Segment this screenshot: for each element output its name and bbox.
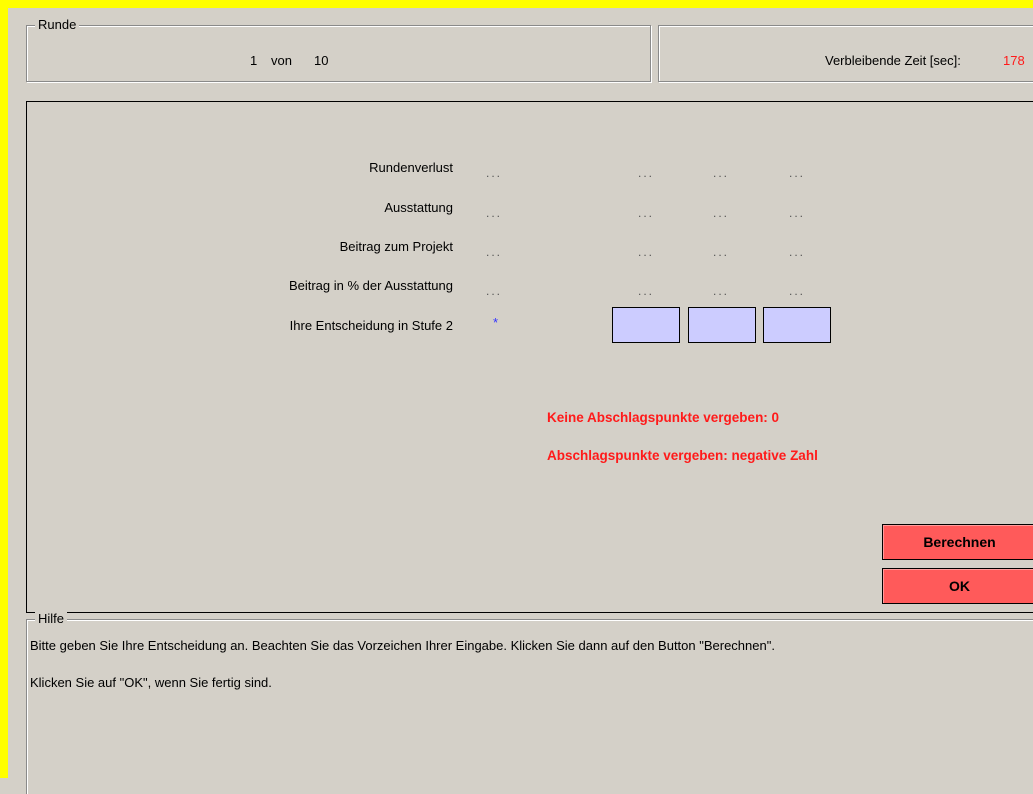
timer-value: 178 [1003,53,1025,68]
other-value-3-beitrag-prozent: ... [789,284,806,298]
own-value-beitrag: ... [486,245,503,259]
help-text-line-1: Bitte geben Sie Ihre Entscheidung an. Be… [30,638,775,653]
ok-button[interactable]: OK [882,568,1033,604]
decision-input-3[interactable] [763,307,831,343]
other-value-3-beitrag: ... [789,245,806,259]
other-value-1-ausstattung: ... [638,206,655,220]
decision-label: Ihre Entscheidung in Stufe 2 [289,318,453,333]
decision-input-1[interactable] [612,307,680,343]
other-value-1-beitrag: ... [638,245,655,259]
round-total: 10 [314,53,329,68]
timer-groupbox: Verbleibende Zeit [sec]: 178 [658,25,1033,82]
round-legend: Runde [35,17,80,33]
window-frame: Runde 1 von 10 Verbleibende Zeit [sec]: … [0,0,1033,794]
other-value-2-ausstattung: ... [713,206,730,220]
row-label-ausstattung: Ausstattung [384,200,453,215]
row-label-beitrag: Beitrag zum Projekt [339,239,453,254]
other-value-3-ausstattung: ... [789,206,806,220]
decision-required-marker: * [493,315,499,330]
own-value-beitrag-prozent: ... [486,284,503,298]
other-value-2-beitrag: ... [713,245,730,259]
other-value-1-rundenverlust: ... [638,166,655,180]
other-value-2-beitrag-prozent: ... [713,284,730,298]
main-panel: Rundenverlust ... ... ... ... Ausstattun… [26,101,1033,613]
timer-label: Verbleibende Zeit [sec]: [825,53,961,68]
round-groupbox: Runde 1 von 10 [26,17,651,82]
row-label-beitrag-prozent: Beitrag in % der Ausstattung [288,278,453,293]
round-of-label: von [271,53,292,68]
decision-input-2[interactable] [688,307,756,343]
other-value-3-rundenverlust: ... [789,166,806,180]
calculate-button[interactable]: Berechnen [882,524,1033,560]
help-groupbox: Hilfe Bitte geben Sie Ihre Entscheidung … [26,611,1033,794]
own-value-rundenverlust: ... [486,166,503,180]
own-value-ausstattung: ... [486,206,503,220]
help-text-line-2: Klicken Sie auf "OK", wenn Sie fertig si… [30,675,272,690]
round-current: 1 [250,53,258,68]
notice-penalty: Abschlagspunkte vergeben: negative Zahl [547,448,818,463]
notice-no-penalty: Keine Abschlagspunkte vergeben: 0 [547,410,780,425]
other-value-2-rundenverlust: ... [713,166,730,180]
other-value-1-beitrag-prozent: ... [638,284,655,298]
help-legend: Hilfe [35,611,68,627]
row-label-rundenverlust: Rundenverlust [369,160,453,175]
